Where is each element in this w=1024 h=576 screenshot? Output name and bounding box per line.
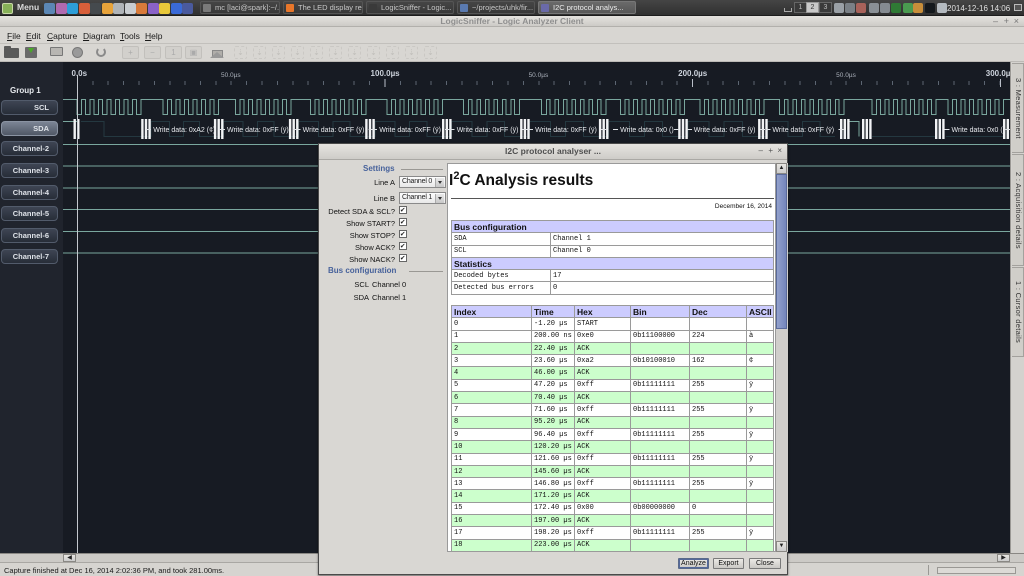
svg-text:50.0µs: 50.0µs (836, 72, 856, 79)
svg-text:200.0µs: 200.0µs (678, 69, 708, 78)
svg-text:50.0µs: 50.0µs (221, 72, 241, 79)
svg-text:Write data: 0x0 (): Write data: 0x0 () (620, 127, 674, 134)
svg-text:Write data: 0xFF (ÿ): Write data: 0xFF (ÿ) (303, 127, 365, 134)
svg-text:Write data: 0x0 (): Write data: 0x0 () (952, 127, 1006, 134)
svg-text:100.0µs: 100.0µs (371, 69, 401, 78)
svg-text:Write data: 0xFF (ÿ): Write data: 0xFF (ÿ) (772, 127, 834, 134)
svg-text:Write data: 0xFF (ÿ): Write data: 0xFF (ÿ) (379, 127, 441, 134)
svg-text:Write data: 0xFF (ÿ): Write data: 0xFF (ÿ) (535, 127, 597, 134)
svg-text:Write data: 0xA2 (¢): Write data: 0xA2 (¢) (153, 127, 215, 134)
svg-text:Write data: 0xFF (ÿ): Write data: 0xFF (ÿ) (457, 127, 519, 134)
svg-text:50.0µs: 50.0µs (529, 72, 549, 79)
svg-text:300.0µs: 300.0µs (986, 69, 1010, 78)
svg-text:Write data: 0xFF (ÿ): Write data: 0xFF (ÿ) (694, 127, 756, 134)
svg-text:0.0s: 0.0s (72, 69, 88, 78)
svg-text:Write data: 0xFF (ÿ): Write data: 0xFF (ÿ) (227, 127, 289, 134)
